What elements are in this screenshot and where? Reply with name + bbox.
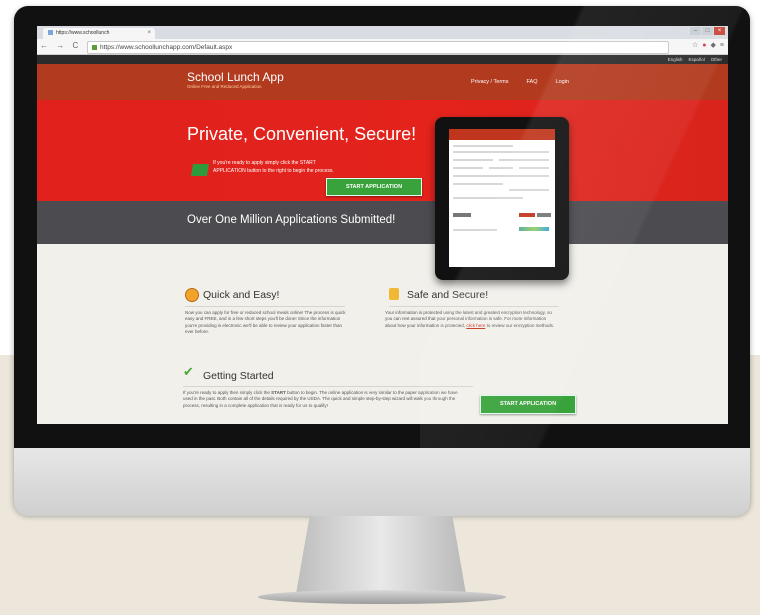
getting-started-title: Getting Started bbox=[203, 370, 274, 382]
tablet-line bbox=[453, 151, 549, 153]
tablet-back-button bbox=[453, 213, 471, 217]
tablet-line bbox=[453, 145, 513, 147]
alarm-clock-icon bbox=[185, 288, 199, 302]
url-text: https://www.schoollunchapp.com/Default.a… bbox=[100, 44, 233, 51]
nav-faq[interactable]: FAQ bbox=[527, 79, 538, 85]
address-bar[interactable]: https://www.schoollunchapp.com/Default.a… bbox=[87, 41, 669, 54]
padlock-icon bbox=[389, 288, 399, 300]
monitor-screen: https://www.schoollunch × – □ × ← → C ⌂ ht… bbox=[37, 26, 728, 424]
tablet-next-button bbox=[519, 213, 535, 217]
top-nav: Privacy / Terms FAQ Login bbox=[471, 79, 587, 85]
browser-tab[interactable]: https://www.schoollunch × bbox=[43, 28, 155, 39]
tablet-line bbox=[489, 167, 513, 169]
tablet-line bbox=[453, 167, 483, 169]
tablet-line bbox=[453, 197, 523, 199]
monitor-base bbox=[258, 590, 506, 604]
tablet-line bbox=[509, 189, 549, 191]
maximize-button[interactable]: □ bbox=[702, 27, 713, 35]
hero-title: Private, Convenient, Secure! bbox=[187, 124, 417, 144]
tablet-line bbox=[453, 229, 497, 231]
hero-banner: Private, Convenient, Secure! If you're r… bbox=[37, 100, 728, 201]
safe-secure-title: Safe and Secure! bbox=[407, 289, 489, 301]
tab-title: https://www.schoollunch bbox=[56, 30, 110, 36]
tablet-logos bbox=[519, 227, 549, 231]
safe-secure-text: Your information is protected using the … bbox=[385, 310, 557, 329]
lang-espanol[interactable]: Español bbox=[688, 57, 704, 62]
browser-extensions: ☆ ● ◆ ≡ bbox=[688, 41, 724, 49]
lunch-tray-icon bbox=[190, 164, 210, 176]
monitor-stand bbox=[296, 516, 466, 594]
getting-started-text: If you're ready to apply then simply cli… bbox=[183, 390, 459, 409]
tablet-line bbox=[453, 183, 503, 185]
brand-logo[interactable]: School Lunch App bbox=[187, 70, 284, 84]
extension-icon[interactable]: ● bbox=[702, 42, 706, 49]
brand-tagline: Online Free and Reduced Application bbox=[187, 84, 262, 89]
browser-tab-bar: https://www.schoollunch × – □ × bbox=[37, 26, 728, 39]
lang-other[interactable]: Other bbox=[711, 57, 722, 62]
safe-text-after: to review our encryption methods. bbox=[486, 322, 555, 328]
menu-icon[interactable]: ≡ bbox=[720, 42, 724, 49]
stats-band: Over One Million Applications Submitted! bbox=[37, 201, 728, 244]
favicon-icon bbox=[48, 30, 53, 36]
close-tab-icon[interactable]: × bbox=[147, 28, 151, 39]
lock-icon bbox=[92, 44, 97, 50]
tablet-cancel-button bbox=[537, 213, 551, 217]
tablet-line bbox=[453, 175, 549, 177]
tablet-screen bbox=[449, 129, 555, 267]
window-controls: – □ × bbox=[689, 27, 725, 35]
tablet-mockup bbox=[435, 117, 569, 280]
star-icon[interactable]: ☆ bbox=[692, 42, 698, 49]
tablet-line bbox=[453, 159, 493, 161]
tablet-header bbox=[449, 129, 555, 140]
tablet-line bbox=[519, 167, 549, 169]
site-header: School Lunch App Online Free and Reduced… bbox=[37, 64, 728, 100]
divider bbox=[185, 306, 345, 307]
monitor-chin bbox=[14, 448, 750, 516]
close-window-button[interactable]: × bbox=[714, 27, 725, 35]
quick-easy-title: Quick and Easy! bbox=[203, 289, 280, 301]
browser-toolbar: ← → C ⌂ https://www.schoollunchapp.com/D… bbox=[37, 39, 728, 55]
divider bbox=[183, 386, 473, 387]
start-application-button[interactable]: START APPLICATION bbox=[326, 178, 422, 196]
divider bbox=[389, 306, 559, 307]
nav-login[interactable]: Login bbox=[556, 79, 569, 85]
language-bar: English Español Other bbox=[37, 55, 728, 64]
click-here-link[interactable]: click here bbox=[466, 323, 485, 328]
gs-text-bold: START bbox=[271, 390, 286, 395]
gs-text-before: If you're ready to apply then simply cli… bbox=[183, 390, 270, 395]
quick-easy-text: Now you can apply for free or reduced sc… bbox=[185, 310, 346, 334]
start-application-button-2[interactable]: START APPLICATION bbox=[480, 395, 576, 414]
shield-icon[interactable]: ◆ bbox=[711, 42, 716, 49]
nav-privacy-terms[interactable]: Privacy / Terms bbox=[471, 79, 509, 85]
minimize-button[interactable]: – bbox=[690, 27, 701, 35]
stats-text: Over One Million Applications Submitted! bbox=[187, 214, 396, 226]
tablet-line bbox=[499, 159, 549, 161]
lang-english[interactable]: English bbox=[668, 57, 683, 62]
checkmark-icon: ✔ bbox=[183, 364, 194, 379]
hero-text: If you're ready to apply simply click th… bbox=[213, 160, 334, 174]
